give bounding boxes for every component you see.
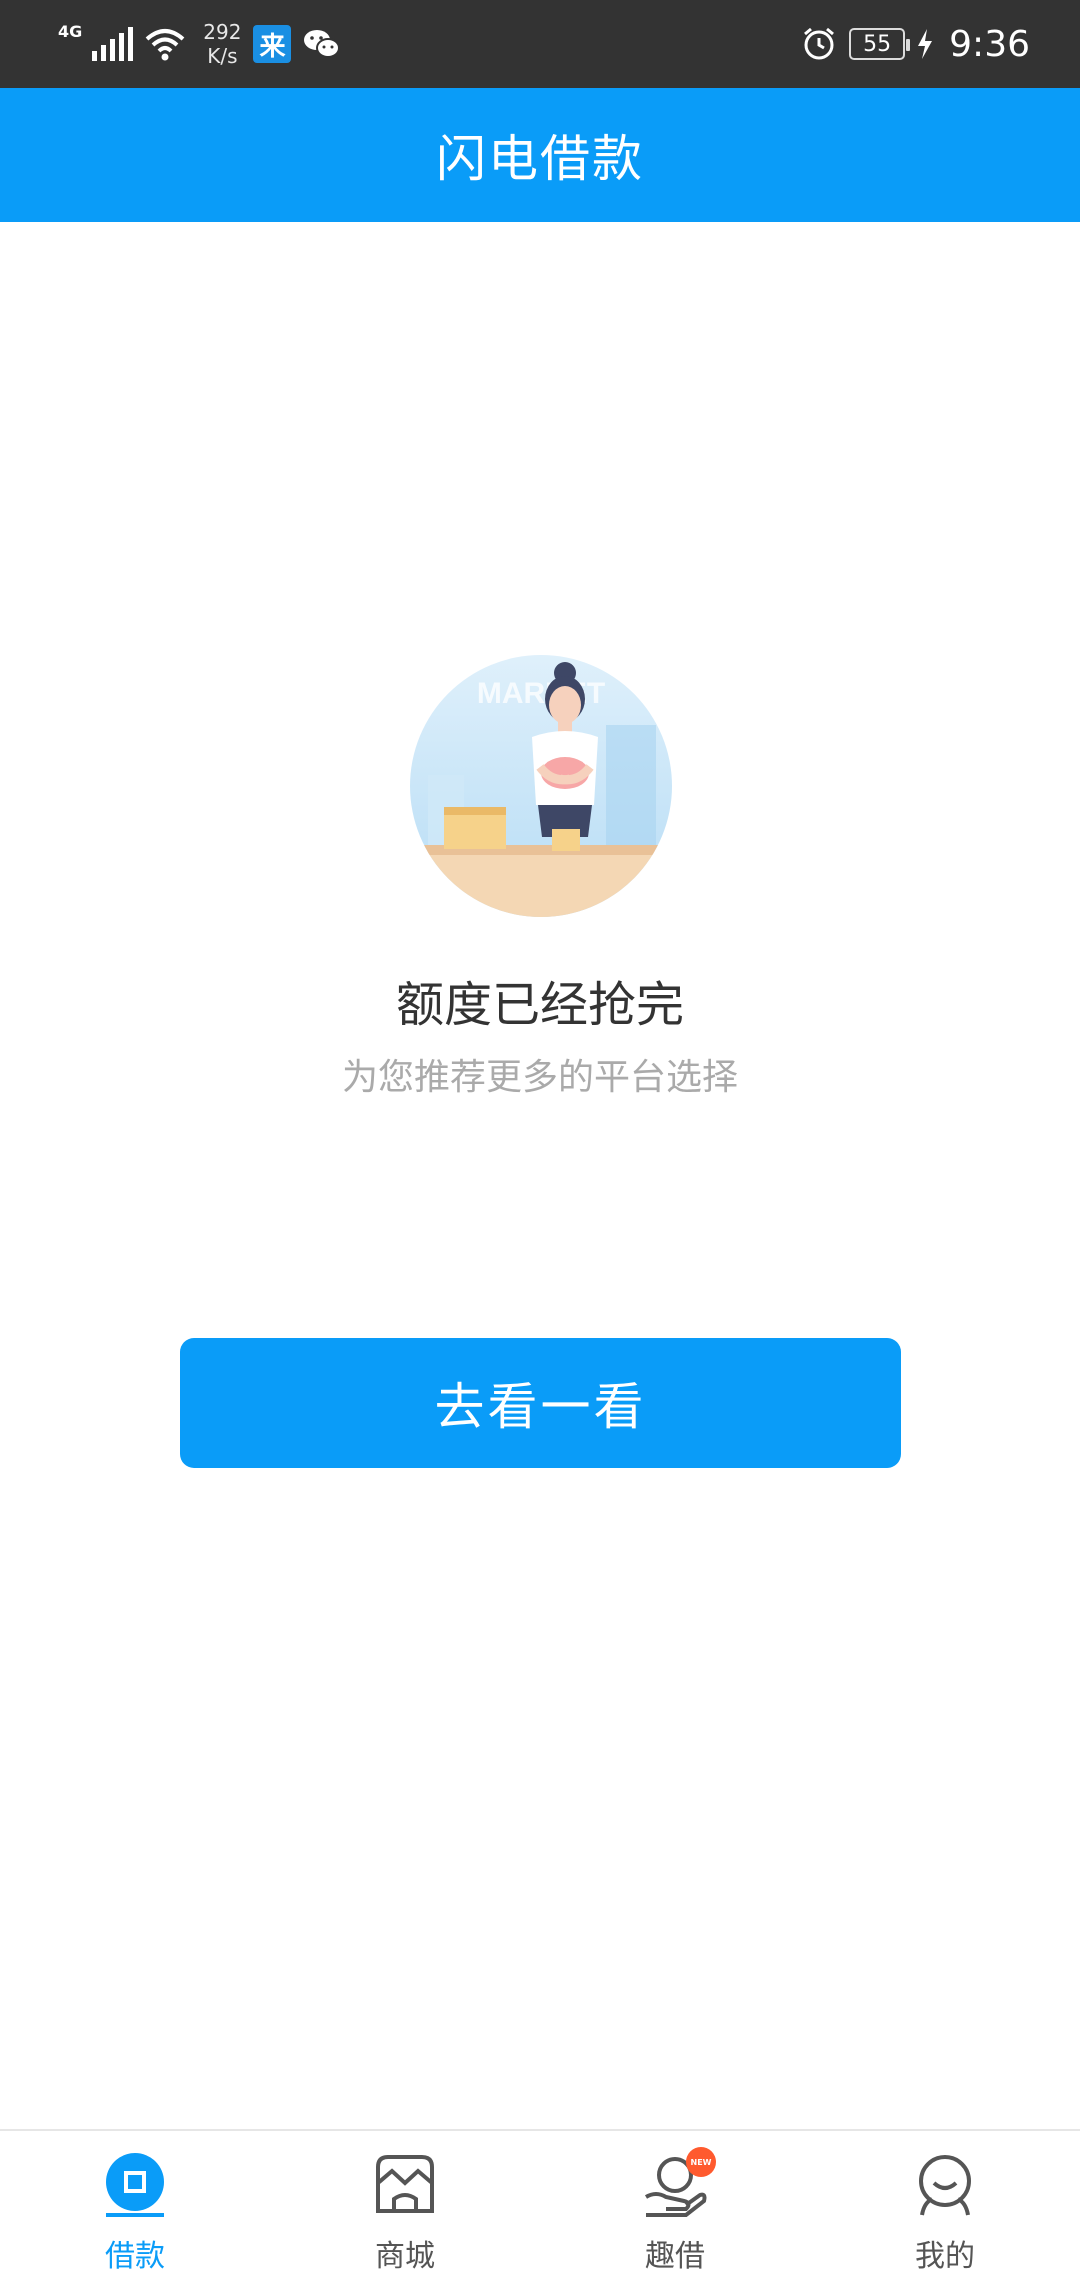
browse-button[interactable]: 去看一看 bbox=[180, 1338, 901, 1468]
app-badge-icon: 来 bbox=[253, 25, 292, 63]
alarm-icon bbox=[804, 27, 835, 60]
page-title: 闪电借款 bbox=[436, 130, 644, 188]
speed-unit: K/s bbox=[207, 44, 238, 68]
network-type: 4G bbox=[58, 22, 83, 41]
nav-label-loan: 借款 bbox=[105, 2239, 165, 2274]
nav-item-fun-loan[interactable]: NEW 趣借 bbox=[540, 2131, 810, 2280]
status-bar: 4G 292 K/s 来 55 9:36 bbox=[0, 0, 1080, 88]
profile-icon bbox=[919, 2155, 971, 2216]
quota-title: 额度已经抢完 bbox=[395, 977, 684, 1033]
wifi-icon bbox=[145, 29, 185, 61]
app-header: 闪电借款 bbox=[0, 88, 1080, 222]
new-badge: NEW bbox=[686, 2147, 716, 2177]
charging-icon bbox=[918, 29, 933, 59]
signal-icon bbox=[92, 27, 134, 61]
battery-icon: 55 bbox=[849, 28, 911, 60]
wechat-icon bbox=[304, 30, 341, 58]
loan-icon bbox=[106, 2153, 164, 2217]
bottom-nav: 借款 商城 NEW 趣借 我的 bbox=[0, 2129, 1080, 2280]
nav-item-store[interactable]: 商城 bbox=[270, 2131, 540, 2280]
nav-label-store: 商城 bbox=[375, 2239, 435, 2274]
network-speed: 292 K/s bbox=[203, 20, 241, 68]
illustration-sign: MARKET bbox=[477, 677, 605, 710]
store-icon bbox=[376, 2155, 434, 2213]
hand-coin-icon: NEW bbox=[642, 2147, 716, 2219]
battery-level: 55 bbox=[863, 31, 892, 57]
status-left: 4G 292 K/s 来 bbox=[58, 18, 341, 70]
nav-label-profile: 我的 bbox=[915, 2239, 975, 2274]
status-right: 55 9:36 bbox=[801, 18, 1030, 70]
clock: 9:36 bbox=[949, 23, 1030, 65]
nav-item-loan[interactable]: 借款 bbox=[0, 2131, 270, 2280]
nav-label-fun-loan: 趣借 bbox=[645, 2239, 705, 2274]
quota-subtitle: 为您推荐更多的平台选择 bbox=[341, 1057, 738, 1098]
nav-item-profile[interactable]: 我的 bbox=[810, 2131, 1080, 2280]
speed-value: 292 bbox=[203, 20, 242, 44]
shopkeeper-illustration: MARKET bbox=[410, 655, 672, 917]
